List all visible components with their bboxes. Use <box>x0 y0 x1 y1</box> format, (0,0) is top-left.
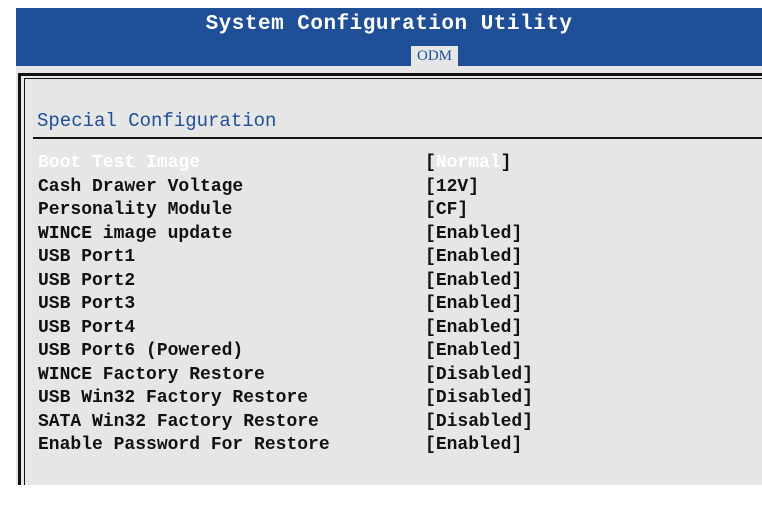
setting-label: Boot Test Image <box>38 153 201 173</box>
setting-value[interactable]: [Disabled] <box>425 364 533 388</box>
setting-label: USB Port3 <box>38 294 136 314</box>
settings-list: Boot Test Image [Normal] Cash Drawer Vol… <box>38 152 762 458</box>
setting-value[interactable]: [Disabled] <box>425 411 533 435</box>
setting-label: Cash Drawer Voltage <box>38 176 244 197</box>
setting-value[interactable]: [Enabled] <box>425 246 522 270</box>
setting-row-usb-port3[interactable]: USB Port3 [Enabled] <box>38 293 762 317</box>
setting-label: USB Win32 Factory Restore <box>38 388 309 408</box>
setting-value-text: Disabled <box>435 388 523 408</box>
setting-label: WINCE Factory Restore <box>38 364 265 385</box>
setting-value-text: Enabled <box>435 247 512 267</box>
setting-value[interactable]: [12V] <box>425 176 479 200</box>
setting-value[interactable]: [Enabled] <box>425 340 522 364</box>
setting-label: USB Port1 <box>38 247 136 267</box>
setting-value-text: Enabled <box>435 270 512 291</box>
setting-value-text: Disabled <box>435 364 523 385</box>
setting-row-cash-drawer-voltage[interactable]: Cash Drawer Voltage [12V] <box>38 176 762 200</box>
tab-odm[interactable]: ODM <box>411 46 459 66</box>
setting-row-enable-password-for-restore[interactable]: Enable Password For Restore [Enabled] <box>38 434 762 458</box>
setting-label: USB Port6 (Powered) <box>38 341 244 361</box>
setting-value[interactable]: [Enabled] <box>425 434 522 458</box>
setting-row-personality-module[interactable]: Personality Module [CF] <box>38 199 762 223</box>
setting-value-text: 12V <box>435 176 469 197</box>
setting-row-sata-win32-factory-restore[interactable]: SATA Win32 Factory Restore [Disabled] <box>38 411 762 435</box>
setting-label: WINCE image update <box>38 223 233 244</box>
setting-value-text: CF <box>435 200 458 220</box>
title-bar: System Configuration Utility ODM <box>16 8 762 66</box>
section-divider <box>33 137 762 139</box>
setting-row-boot-test-image[interactable]: Boot Test Image [Normal] <box>38 152 762 176</box>
setting-label: Personality Module <box>38 200 233 220</box>
setting-value[interactable]: [Disabled] <box>425 387 533 411</box>
section-title: Special Configuration <box>37 110 277 132</box>
setting-label: USB Port2 <box>38 270 136 291</box>
setting-value-text: Normal <box>435 153 501 173</box>
app-title: System Configuration Utility <box>205 13 573 36</box>
setting-row-wince-image-update[interactable]: WINCE image update [Enabled] <box>38 223 762 247</box>
setting-value[interactable]: [Enabled] <box>425 293 522 317</box>
setting-value[interactable]: [Normal] <box>425 152 511 176</box>
setting-value-text: Enabled <box>435 294 512 314</box>
setting-row-usb-win32-factory-restore[interactable]: USB Win32 Factory Restore [Disabled] <box>38 387 762 411</box>
setting-value-text: Enabled <box>435 435 512 455</box>
setting-value-text: Enabled <box>435 341 512 361</box>
setting-value[interactable]: [Enabled] <box>425 317 522 341</box>
setting-row-usb-port6-powered[interactable]: USB Port6 (Powered) [Enabled] <box>38 340 762 364</box>
setting-value[interactable]: [Enabled] <box>425 223 522 247</box>
setting-value-text: Enabled <box>435 223 512 244</box>
setting-label: Enable Password For Restore <box>38 435 330 455</box>
setting-value[interactable]: [CF] <box>425 199 468 223</box>
setting-row-usb-port2[interactable]: USB Port2 [Enabled] <box>38 270 762 294</box>
main-panel: Special Configuration Boot Test Image [N… <box>16 66 762 485</box>
setting-row-wince-factory-restore[interactable]: WINCE Factory Restore [Disabled] <box>38 364 762 388</box>
setting-label: SATA Win32 Factory Restore <box>38 411 319 432</box>
setting-value-text: Enabled <box>435 317 512 338</box>
setting-row-usb-port1[interactable]: USB Port1 [Enabled] <box>38 246 762 270</box>
setting-label: USB Port4 <box>38 317 136 338</box>
setting-row-usb-port4[interactable]: USB Port4 [Enabled] <box>38 317 762 341</box>
setting-value[interactable]: [Enabled] <box>425 270 522 294</box>
setting-value-text: Disabled <box>435 411 523 432</box>
